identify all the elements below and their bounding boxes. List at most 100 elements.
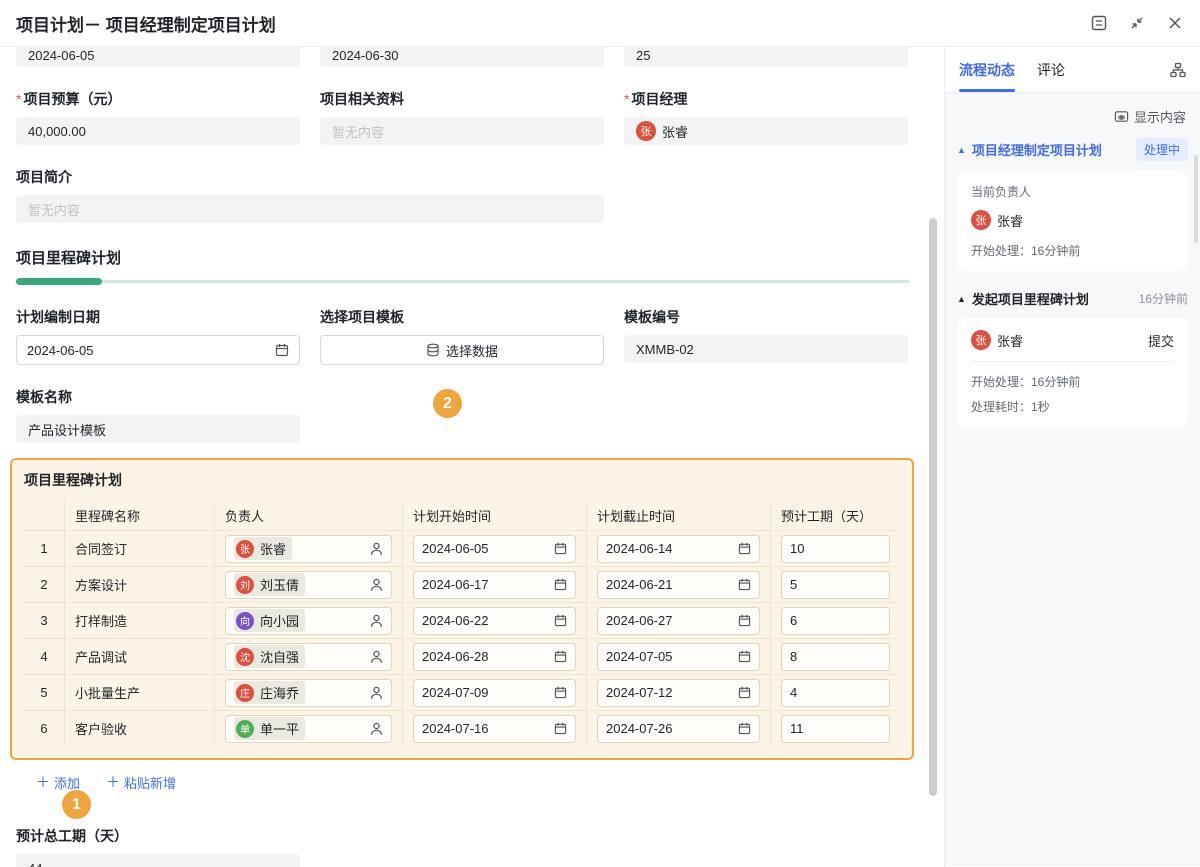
- intro-label: 项目简介: [16, 167, 909, 187]
- days-input[interactable]: 8: [781, 643, 890, 671]
- person-icon[interactable]: [370, 578, 383, 592]
- table-row: 6 客户验收 单 单一平: [24, 710, 900, 746]
- show-content-button[interactable]: 显示内容: [957, 107, 1186, 126]
- end-date-picker[interactable]: 2024-07-05: [597, 643, 760, 671]
- milestone-name-cell[interactable]: 方案设计: [64, 567, 214, 602]
- start-time-text: 开始处理：16分钟前: [971, 242, 1174, 259]
- table-header-row: 里程碑名称 负责人 计划开始时间 计划截止时间 预计工期（天）: [24, 500, 900, 530]
- calendar-icon: [738, 686, 751, 699]
- col-days-header: 预计工期（天）: [770, 500, 900, 530]
- main-scrollbar[interactable]: [929, 218, 937, 796]
- add-row-button[interactable]: ＋添加: [36, 772, 80, 792]
- end-date-picker[interactable]: 2024-06-21: [597, 571, 760, 599]
- days-input[interactable]: 5: [781, 571, 890, 599]
- start-date-picker[interactable]: 2024-07-09: [413, 679, 576, 707]
- person-icon[interactable]: [370, 650, 383, 664]
- sidebar-scrollbar[interactable]: [1194, 155, 1198, 243]
- owner-name: 庄海乔: [260, 683, 299, 702]
- milestone-name-cell[interactable]: 客户验收: [64, 711, 214, 746]
- person-icon[interactable]: [370, 722, 383, 736]
- paste-add-button[interactable]: ＋粘贴新增: [106, 772, 176, 792]
- days-input[interactable]: 10: [781, 535, 890, 563]
- row-index: 3: [24, 603, 64, 638]
- start-date-picker[interactable]: 2024-06-28: [413, 643, 576, 671]
- end-date-picker[interactable]: 2024-06-27: [597, 607, 760, 635]
- collapse-triangle-icon: ▲: [957, 145, 966, 155]
- avatar: 张: [971, 210, 991, 230]
- org-chart-icon[interactable]: [1170, 62, 1186, 78]
- avatar: 张: [636, 121, 656, 141]
- owner-chip: 刘 刘玉倩: [234, 573, 305, 596]
- end-date-picker[interactable]: 2024-07-12: [597, 679, 760, 707]
- owner-name: 向小园: [260, 611, 299, 630]
- template-no-label: 模板编号: [624, 307, 908, 327]
- calendar-icon: [738, 650, 751, 663]
- milestone-name-cell[interactable]: 合同签订: [64, 531, 214, 566]
- duration-text: 处理耗时：1秒: [971, 398, 1174, 415]
- start-date-picker[interactable]: 2024-07-16: [413, 715, 576, 743]
- flow-step-current[interactable]: ▲ 项目经理制定项目计划 处理中: [957, 138, 1188, 161]
- manager-field[interactable]: 张 张睿: [624, 117, 908, 145]
- flow-card-initiated: 张 张睿 提交 开始处理：16分钟前 处理耗时：1秒: [957, 318, 1188, 427]
- days-input[interactable]: 6: [781, 607, 890, 635]
- owner-picker[interactable]: 刘 刘玉倩: [225, 571, 392, 599]
- owner-name: 张睿: [997, 331, 1023, 350]
- owner-picker[interactable]: 张 张睿: [225, 535, 392, 563]
- row-index: 4: [24, 639, 64, 674]
- select-data-button[interactable]: 选择数据: [320, 335, 604, 365]
- start-date-picker[interactable]: 2024-06-05: [413, 535, 576, 563]
- table-row: 5 小批量生产 庄 庄海乔: [24, 674, 900, 710]
- status-badge: 处理中: [1136, 138, 1188, 161]
- start-date-field[interactable]: 2024-06-05: [16, 47, 300, 67]
- total-days-field[interactable]: 44: [16, 854, 300, 867]
- person-icon[interactable]: [370, 614, 383, 628]
- milestone-name-cell[interactable]: 小批量生产: [64, 675, 214, 710]
- template-no-field[interactable]: XMMB-02: [624, 335, 908, 363]
- end-date-picker[interactable]: 2024-06-14: [597, 535, 760, 563]
- form-icon[interactable]: [1090, 14, 1108, 32]
- milestone-table: 里程碑名称 负责人 计划开始时间 计划截止时间 预计工期（天） 1 合同签订 张: [24, 500, 900, 746]
- person-icon[interactable]: [370, 542, 383, 556]
- owner-name: 单一平: [260, 719, 299, 738]
- milestone-name-cell[interactable]: 产品调试: [64, 639, 214, 674]
- step-badge-1: 1: [62, 790, 91, 819]
- avatar: 单: [236, 720, 254, 738]
- end-date-picker[interactable]: 2024-07-26: [597, 715, 760, 743]
- sidebar-tabbar: 流程动态 评论: [945, 47, 1200, 93]
- owner-picker[interactable]: 向 向小园: [225, 607, 392, 635]
- owner-picker[interactable]: 庄 庄海乔: [225, 679, 392, 707]
- tab-flow-activity[interactable]: 流程动态: [959, 47, 1015, 92]
- col-owner-header: 负责人: [214, 500, 402, 530]
- process-sidebar: 流程动态 评论 显示内容 ▲ 项目经理制定项目计划 处理中 当前负责人 张 张睿…: [944, 47, 1200, 867]
- plan-date-input[interactable]: 2024-06-05: [16, 335, 300, 365]
- intro-field[interactable]: 暂无内容: [16, 195, 604, 223]
- milestone-name-cell[interactable]: 打样制造: [64, 603, 214, 638]
- owner-picker[interactable]: 沈 沈自强: [225, 643, 392, 671]
- start-date-picker[interactable]: 2024-06-22: [413, 607, 576, 635]
- step-badge-2: 2: [433, 389, 462, 418]
- materials-field[interactable]: 暂无内容: [320, 117, 604, 145]
- owner-name: 张睿: [997, 211, 1023, 230]
- collapse-triangle-icon: ▲: [957, 294, 966, 304]
- duration-field[interactable]: 25: [624, 47, 908, 67]
- owner-label: 当前负责人: [971, 183, 1174, 200]
- tab-comments[interactable]: 评论: [1037, 47, 1065, 92]
- collapse-icon[interactable]: [1128, 14, 1146, 32]
- calendar-icon: [554, 542, 567, 555]
- close-icon[interactable]: [1166, 14, 1184, 32]
- start-date-picker[interactable]: 2024-06-17: [413, 571, 576, 599]
- time-ago-text: 16分钟前: [1139, 290, 1188, 307]
- budget-field[interactable]: 40,000.00: [16, 117, 300, 145]
- days-input[interactable]: 4: [781, 679, 890, 707]
- calendar-icon: [738, 542, 751, 555]
- end-date-field[interactable]: 2024-06-30: [320, 47, 604, 67]
- days-input[interactable]: 11: [781, 715, 890, 743]
- template-name-field[interactable]: 产品设计模板: [16, 415, 300, 443]
- table-row: 2 方案设计 刘 刘玉倩: [24, 566, 900, 602]
- calendar-icon: [554, 578, 567, 591]
- owner-picker[interactable]: 单 单一平: [225, 715, 392, 743]
- flow-step-initiated[interactable]: ▲ 发起项目里程碑计划 16分钟前: [957, 289, 1188, 308]
- owner-name: 刘玉倩: [260, 575, 299, 594]
- milestone-table-title: 项目里程碑计划: [24, 470, 900, 490]
- person-icon[interactable]: [370, 686, 383, 700]
